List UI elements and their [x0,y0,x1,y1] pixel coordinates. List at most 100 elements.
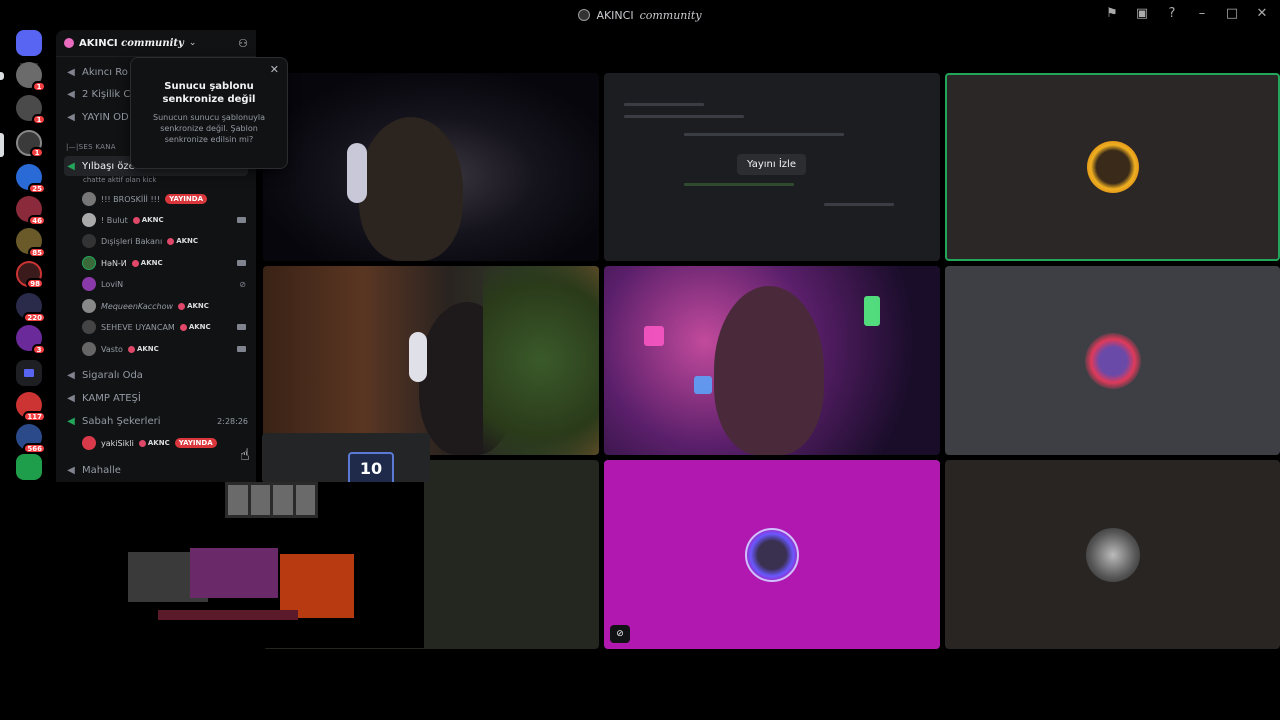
server-icon-12[interactable] [16,454,42,480]
server-icon-10[interactable]: 117 [16,392,46,422]
voice-user[interactable]: Vasto AKNC [82,340,246,358]
voice-channel[interactable]: ◀ Sabah Şekerleri 2:28:26 [64,411,248,431]
channel-timer: 2:28:26 [217,416,248,426]
avatar [82,256,96,270]
video-tile[interactable] [263,266,599,455]
server-icon-6[interactable]: 85 [16,228,46,258]
close-icon[interactable]: ✕ [270,63,279,76]
video-tile[interactable] [945,266,1280,455]
server-icon-8[interactable]: 220 [16,293,46,323]
window-title-main: AKINCI [596,8,634,22]
role-tag: AKNC [133,216,164,224]
preview-thumbnails [225,482,318,518]
active-server-pill [0,133,4,157]
user-name: yakiSikli [101,438,134,448]
speaker-icon: ◀ [67,369,75,381]
server-header[interactable]: AKINCI community ⌄ ⚇ [56,30,256,57]
stream-preview-popup [262,433,430,483]
server-rail: 1 1 1 25 46 85 98 220 3 117 566 [0,30,56,482]
light-spot [864,296,880,326]
help-icon[interactable]: ? [1164,6,1180,22]
server-icon-7[interactable]: 98 [16,261,44,289]
avatar [82,277,96,291]
channel-label: 2 Kişilik C [82,88,131,100]
avatar [82,342,96,356]
voice-channel[interactable]: ◀ Mahalle [64,460,248,480]
live-badge: YAYINDA [174,438,217,448]
video-tile[interactable] [263,73,599,261]
voice-user[interactable]: yakiSikli AKNC YAYINDA [82,434,246,452]
server-icon-11[interactable]: 566 [16,424,46,454]
minimize-icon[interactable]: – [1194,6,1210,22]
user-avatar [1085,527,1140,582]
discord-home-icon[interactable] [16,30,42,56]
server-name-main: AKINCI [79,37,118,49]
speaker-icon: ◀ [67,415,75,427]
avatar [82,192,96,206]
popup-body[interactable]: Sunucun sunucu şablonuyla senkronize değ… [141,112,277,145]
flag-icon[interactable]: ⚑ [1104,6,1120,22]
screen-share-icon[interactable]: ▣ [1134,6,1150,22]
webcam-person [714,286,824,455]
mention-badge: 3 [32,344,46,355]
voice-user[interactable]: LoviN ⊘ [82,275,246,293]
video-tile-speaking[interactable] [945,73,1280,261]
server-icon-5[interactable]: 46 [16,196,46,226]
code-line [824,203,894,206]
channel-label: YAYIN OD [82,111,129,123]
mention-badge: 1 [32,114,46,125]
user-name: ! Bulut [101,215,128,225]
voice-user[interactable]: MequeenKacchow AKNC [82,297,246,315]
title-bar: AKINCI community ⚑ ▣ ? – □ ✕ [0,0,1280,30]
camera-icon [237,260,246,266]
window-title-sub: community [639,8,702,22]
avatar [82,436,96,450]
mention-badge: 566 [23,443,46,454]
user-avatar [745,527,799,582]
light-spot [694,376,712,394]
maximize-icon[interactable]: □ [1224,6,1240,22]
thumbnail [250,485,270,515]
close-window-icon[interactable]: ✕ [1254,6,1270,22]
channel-category[interactable]: |—|SES KANA [66,143,116,151]
speaker-icon: ◀ [67,66,75,78]
voice-channel[interactable]: ◀ Sigaralı Oda [64,365,248,385]
mention-badge: 25 [28,183,46,194]
server-icon-4[interactable]: 25 [16,164,46,194]
headphone [347,143,367,203]
server-icon-9[interactable]: 3 [16,325,46,355]
role-tag: AKNC [178,302,209,310]
role-tag: AKNC [139,439,170,447]
video-tile[interactable] [604,266,940,455]
channel-label: KAMP ATEŞİ [82,392,141,404]
voice-user[interactable]: HəN-И AKNC [82,254,246,272]
channel-label: Akıncı Ro [82,66,128,78]
thumbnail [295,485,315,515]
folder-icon[interactable] [16,360,42,386]
mention-badge: 85 [28,247,46,258]
voice-user[interactable]: !!! BROSKİİİ !!! YAYINDA [82,190,246,208]
stream-tile[interactable]: Yayını İzle [604,73,940,261]
camera-icon [237,346,246,352]
voice-user[interactable]: SEHEVE UYANCAM AKNC [82,318,246,336]
chevron-down-icon[interactable]: ⌄ [189,38,197,48]
monitor-shape [190,548,278,598]
role-tag: AKNC [132,259,163,267]
voice-user[interactable]: ! Bulut AKNC [82,211,246,229]
video-tile[interactable]: ⊘ [604,460,940,649]
light-spot [644,326,664,346]
voice-user[interactable]: Dışişleri Bakanı AKNC [82,232,246,250]
role-tag: AKNC [180,323,211,331]
server-icon-2[interactable]: 1 [16,95,46,125]
user-name: SEHEVE UYANCAM [101,322,175,332]
watch-stream-button[interactable]: Yayını İzle [737,154,806,175]
invite-user-icon[interactable]: ⚇ [238,37,248,50]
server-icon-akinci[interactable]: 1 [16,130,44,158]
speaker-icon: ◀ [67,160,75,172]
server-logo-icon [578,9,591,21]
user-avatar [1086,141,1139,193]
template-sync-popup: ✕ Sunucu şablonu senkronize değil Sunucu… [130,57,288,169]
voice-channel[interactable]: ◀ KAMP ATEŞİ [64,388,248,408]
video-tile[interactable] [945,460,1280,649]
server-icon-1[interactable]: 1 [16,62,46,92]
